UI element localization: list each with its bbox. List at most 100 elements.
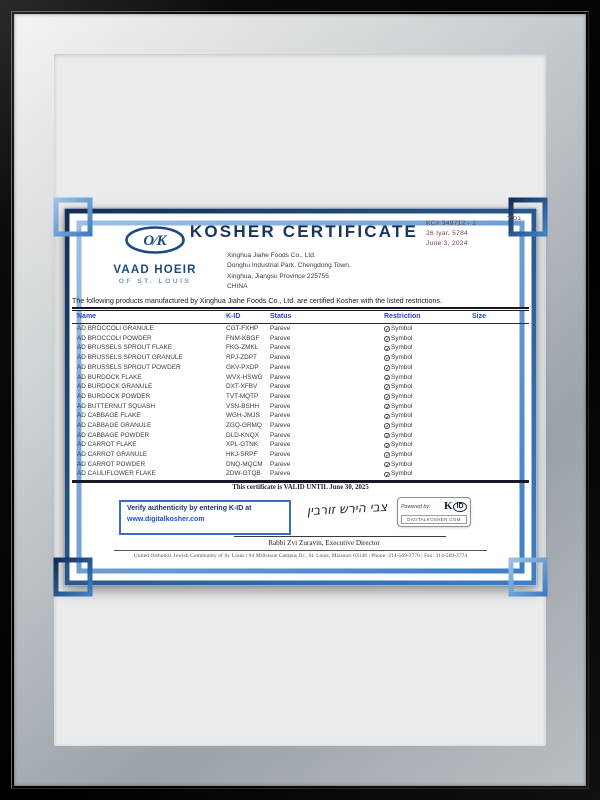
verify-text: Verify authenticity by entering K-ID at (127, 505, 283, 514)
cell-name: AD CABBAGE GRANULE (72, 422, 226, 430)
cell-name: AD BURDOCK GRANULE (72, 383, 226, 391)
footer-address: United Orthodox Jewish Community of St. … (64, 553, 537, 560)
company-address-block: Xinghua Jiahe Foods Co., Ltd. Donghu Ind… (227, 252, 351, 293)
circled-check-icon: ✓ (384, 346, 390, 352)
cell-kid: HKJ-SRPF (226, 451, 270, 459)
certification-statement: The following products manufactured by X… (72, 297, 528, 306)
cell-status: Pareve (270, 461, 384, 469)
circled-check-icon: ✓ (384, 365, 390, 371)
cell-status: Pareve (270, 470, 384, 478)
circled-check-icon: ✓ (384, 336, 390, 342)
cell-restriction-label: Symbol (391, 335, 412, 343)
table-row: AD BRUSSELS SPROUT GRANULE RPJ-ZDPT Pare… (72, 353, 529, 363)
cell-kid: FNM-KBGF (226, 335, 270, 343)
table-row: AD BROCCOLI GRANULE CGT-FXHP Pareve ✓ Sy… (72, 324, 529, 334)
table-row: AD BURDOCK GRANULE DXT-XFBV Pareve ✓ Sym… (72, 382, 529, 392)
org-name: VAAD HOEIR (86, 263, 224, 277)
framed-certificate-photo: בס"ד KC# 349712 - 2 26 Iyar, 5784 June 3… (0, 0, 600, 800)
table-row: AD CAULIFLOWER FLAKE ZDW-GTQB Pareve ✓ S… (72, 470, 529, 480)
circled-check-icon: ✓ (384, 384, 390, 390)
circled-check-icon: ✓ (384, 394, 390, 400)
cell-kid: CGT-FXHP (226, 325, 270, 333)
cell-name: AD CAULIFLOWER FLAKE (72, 470, 226, 478)
cell-restriction-label: Symbol (391, 364, 412, 372)
cell-restriction-label: Symbol (391, 325, 412, 333)
circled-check-icon: ✓ (384, 443, 390, 449)
table-header-row: Name K-ID Status Restriction Size (72, 310, 529, 324)
cell-restriction-label: Symbol (391, 412, 412, 420)
cell-restriction-label: Symbol (391, 393, 412, 401)
signature-rule (234, 536, 446, 537)
cell-kid: DNQ-MQCM (226, 461, 270, 469)
cell-kid: TVT-MQTP (226, 393, 270, 401)
cell-name: AD BRUSSELS SPROUT POWDER (72, 364, 226, 372)
cell-status: Pareve (270, 364, 384, 372)
circled-check-icon: ✓ (384, 375, 390, 381)
cell-kid: GKV-PXDP (226, 364, 270, 372)
cell-name: AD CARROT POWDER (72, 461, 226, 469)
cell-kid: WGH-JMJS (226, 412, 270, 420)
cell-name: AD BURDOCK FLAKE (72, 374, 226, 382)
cell-name: AD CARROT GRANULE (72, 451, 226, 459)
company-address-1: Donghu Industrial Park, Chengdong Town, (227, 262, 351, 270)
circled-check-icon: ✓ (384, 472, 390, 478)
circled-check-icon: ✓ (384, 433, 390, 439)
cell-name: AD BURDOCK POWDER (72, 393, 226, 401)
powered-by-label: Powered by: (401, 504, 430, 511)
cell-kid: ZDW-GTQB (226, 470, 270, 478)
table-row: AD CABBAGE FLAKE WGH-JMJS Pareve ✓ Symbo… (72, 411, 529, 421)
footer-rule (114, 550, 487, 551)
product-table-body: AD BROCCOLI GRANULE CGT-FXHP Pareve ✓ Sy… (72, 324, 529, 479)
cell-status: Pareve (270, 344, 384, 352)
vaad-hoeir-logo-block: O⁄K VAAD HOEIR OF ST. LOUIS (86, 226, 224, 287)
table-row: AD CARROT FLAKE XPL-GTNK Pareve ✓ Symbol (72, 441, 529, 451)
cell-status: Pareve (270, 403, 384, 411)
cell-restriction-label: Symbol (391, 422, 412, 430)
table-row: AD CARROT POWDER DNQ-MQCM Pareve ✓ Symbo… (72, 460, 529, 470)
kid-badge: Powered by: K ID DIGITALKOSHER.COM (397, 497, 471, 527)
cell-name: AD CABBAGE FLAKE (72, 412, 226, 420)
cell-status: Pareve (270, 441, 384, 449)
cell-kid: DLD-KNQX (226, 432, 270, 440)
cell-kid: ZGQ-GRMQ (226, 422, 270, 430)
company-address-2: Xinghua, Jiangsu Province 225755 (227, 273, 351, 281)
table-row: AD BROCCOLI POWDER FNM-KBGF Pareve ✓ Sym… (72, 334, 529, 344)
cell-restriction-label: Symbol (391, 470, 412, 478)
cell-name: AD BROCCOLI GRANULE (72, 325, 226, 333)
cell-name: AD CABBAGE POWDER (72, 432, 226, 440)
cell-status: Pareve (270, 325, 384, 333)
col-header-size: Size (472, 313, 529, 322)
circled-check-icon: ✓ (384, 404, 390, 410)
circled-check-icon: ✓ (384, 414, 390, 420)
product-table: Name K-ID Status Restriction Size AD BRO… (72, 307, 529, 483)
circled-check-icon: ✓ (384, 355, 390, 361)
cell-status: Pareve (270, 383, 384, 391)
cell-restriction-label: Symbol (391, 374, 412, 382)
signatory-line: Rabbi Zvi Zuravin, Executive Director (174, 539, 474, 548)
cell-kid: VSN-BSHH (226, 403, 270, 411)
cell-status: Pareve (270, 422, 384, 430)
verify-url: www.digitalkosher.com (127, 516, 283, 525)
table-bottom-rule (72, 480, 529, 483)
circled-check-icon: ✓ (384, 462, 390, 468)
cell-status: Pareve (270, 374, 384, 382)
col-header-kid: K-ID (226, 313, 270, 322)
cell-name: AD BROCCOLI POWDER (72, 335, 226, 343)
cell-name: AD BUTTERNUT SQUASH (72, 403, 226, 411)
cell-status: Pareve (270, 335, 384, 343)
cell-status: Pareve (270, 412, 384, 420)
table-row: AD CARROT GRANULE HKJ-SRPF Pareve ✓ Symb… (72, 450, 529, 460)
cell-kid: WVX-HSWG (226, 374, 270, 382)
cell-restriction-label: Symbol (391, 461, 412, 469)
table-row: AD CABBAGE POWDER DLD-KNQX Pareve ✓ Symb… (72, 431, 529, 441)
ovk-logo-icon: O⁄K (124, 226, 186, 254)
cell-restriction-label: Symbol (391, 383, 412, 391)
cell-status: Pareve (270, 354, 384, 362)
kid-logo-icon: K ID (444, 500, 467, 514)
cell-kid: FKG-ZMKL (226, 344, 270, 352)
col-header-status: Status (270, 313, 384, 322)
org-location: OF ST. LOUIS (86, 278, 224, 286)
col-header-restriction: Restriction (384, 313, 472, 322)
kosher-certificate: בס"ד KC# 349712 - 2 26 Iyar, 5784 June 3… (64, 208, 537, 586)
cell-name: AD CARROT FLAKE (72, 441, 226, 449)
